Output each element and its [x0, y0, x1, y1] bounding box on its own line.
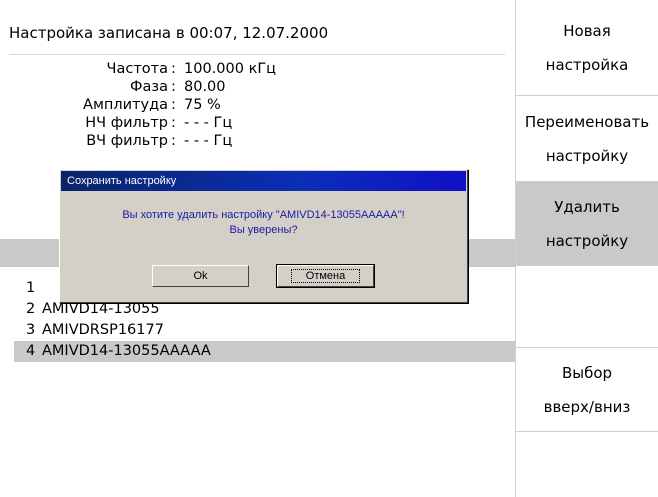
param-label: Амплитуда: [83, 97, 168, 113]
item-number: 4: [26, 343, 36, 359]
param-value: - - - Гц: [184, 115, 233, 131]
param-value: - - - Гц: [184, 133, 233, 149]
list-item[interactable]: 3 AMIVDRSP16177: [0, 320, 515, 341]
rename-setting-button[interactable]: Переименовать настройку: [516, 96, 658, 182]
delete-confirm-dialog: Сохранить настройку Вы хотите удалить на…: [59, 169, 468, 303]
item-name: AMIVD14-13055AAAAA: [42, 343, 211, 359]
empty-softkey[interactable]: [516, 266, 658, 348]
param-label: Фаза: [130, 79, 168, 95]
item-number: 1: [26, 280, 36, 296]
param-label: Частота: [106, 61, 168, 77]
item-number: 3: [26, 322, 36, 338]
cancel-button[interactable]: Отмена: [276, 264, 375, 288]
param-value: 75 %: [184, 97, 221, 113]
param-label: НЧ фильтр: [85, 115, 168, 131]
delete-setting-button[interactable]: Удалить настройку: [516, 182, 658, 266]
param-label: ВЧ фильтр: [86, 133, 168, 149]
list-item-selected[interactable]: 4 AMIVD14-13055AAAAA: [14, 341, 515, 362]
param-value: 100.000 кГц: [184, 61, 277, 77]
dialog-title: Сохранить настройку: [61, 171, 466, 191]
param-value: 80.00: [184, 79, 226, 95]
item-name: AMIVDRSP16177: [42, 322, 164, 338]
softkey-panel: Новая настройка Переименовать настройку Уд…: [516, 0, 658, 497]
saved-timestamp: Настройка записана в 00:07, 12.07.2000: [9, 24, 329, 42]
new-setting-button[interactable]: Новая настройка: [516, 0, 658, 96]
item-number: 2: [26, 301, 36, 317]
divider: [9, 54, 505, 55]
select-up-down-button[interactable]: Выбор вверх/вниз: [516, 348, 658, 432]
dialog-message: Вы хотите удалить настройку "AMIVD14-130…: [122, 209, 405, 236]
ok-button[interactable]: Ok: [152, 265, 249, 287]
